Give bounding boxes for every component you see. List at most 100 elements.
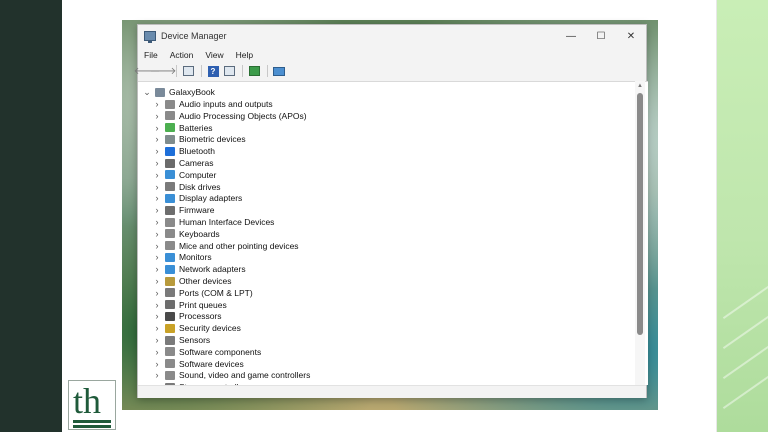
- collapsed-chevron-icon[interactable]: ›: [152, 228, 162, 240]
- add-device-button[interactable]: [272, 64, 286, 78]
- tree-item[interactable]: › Human Interface Devices: [152, 216, 275, 228]
- tree-item[interactable]: › Security devices: [152, 322, 241, 334]
- collapsed-chevron-icon[interactable]: ›: [152, 98, 162, 110]
- expanded-chevron-icon[interactable]: ⌄: [142, 86, 152, 98]
- close-button[interactable]: ✕: [616, 25, 646, 47]
- scan-hardware-button[interactable]: [247, 64, 261, 78]
- toolbar: 🡐 🡒 ?: [134, 62, 646, 80]
- collapsed-chevron-icon[interactable]: ›: [152, 204, 162, 216]
- collapsed-chevron-icon[interactable]: ›: [152, 275, 162, 287]
- properties-button[interactable]: [181, 64, 195, 78]
- tree-item[interactable]: › Network adapters: [152, 263, 246, 275]
- tree-item[interactable]: › Disk drives: [152, 181, 221, 193]
- left-border-panel: [0, 0, 62, 432]
- toolbar-separator: [267, 65, 268, 77]
- title-bar: Device Manager — ☐ ✕: [138, 25, 646, 47]
- collapsed-chevron-icon[interactable]: ›: [152, 263, 162, 275]
- menu-help[interactable]: Help: [230, 50, 259, 60]
- th-logo: th: [68, 380, 116, 430]
- tree-item[interactable]: › Sensors: [152, 334, 211, 346]
- tree-item[interactable]: › Monitors: [152, 251, 212, 263]
- device-manager-icon: [144, 31, 156, 43]
- collapsed-chevron-icon[interactable]: ›: [152, 192, 162, 204]
- collapsed-chevron-icon[interactable]: ›: [152, 310, 162, 322]
- collapsed-chevron-icon[interactable]: ›: [152, 334, 162, 346]
- tree-item-label: Bluetooth: [179, 146, 215, 157]
- collapsed-chevron-icon[interactable]: ›: [152, 145, 162, 157]
- tree-item[interactable]: › Sound, video and game controllers: [152, 369, 311, 381]
- collapsed-chevron-icon[interactable]: ›: [152, 216, 162, 228]
- collapsed-chevron-icon[interactable]: ›: [152, 369, 162, 381]
- collapsed-chevron-icon[interactable]: ›: [152, 299, 162, 311]
- scan-hardware-icon: [248, 66, 260, 76]
- tree-item[interactable]: › Processors: [152, 310, 222, 322]
- menu-file[interactable]: File: [138, 50, 164, 60]
- tree-root[interactable]: ⌄ GalaxyBook: [142, 86, 215, 98]
- collapsed-chevron-icon[interactable]: ›: [152, 133, 162, 145]
- status-bar: [138, 385, 646, 398]
- collapsed-chevron-icon[interactable]: ›: [152, 110, 162, 122]
- collapsed-chevron-icon[interactable]: ›: [152, 251, 162, 263]
- help-button[interactable]: ?: [206, 64, 220, 78]
- computer-root-icon: [155, 87, 165, 97]
- device-category-icon: [165, 264, 175, 274]
- device-category-icon: [165, 123, 175, 133]
- tree-item[interactable]: › Mice and other pointing devices: [152, 240, 299, 252]
- collapsed-chevron-icon[interactable]: ›: [152, 181, 162, 193]
- device-category-icon: [165, 347, 175, 357]
- collapsed-chevron-icon[interactable]: ›: [152, 358, 162, 370]
- toolbar-separator: [201, 65, 202, 77]
- tree-item[interactable]: › Audio Processing Objects (APOs): [152, 110, 307, 122]
- tree-item[interactable]: › Cameras: [152, 157, 214, 169]
- scroll-thumb[interactable]: [637, 93, 643, 335]
- monitor-icon: [273, 66, 285, 76]
- minimize-button[interactable]: —: [556, 25, 586, 47]
- forward-arrow-icon[interactable]: 🡒: [150, 64, 177, 78]
- tree-item-label: Display adapters: [179, 193, 243, 204]
- tree-item[interactable]: › Audio inputs and outputs: [152, 98, 273, 110]
- properties-icon: [182, 66, 194, 76]
- collapsed-chevron-icon[interactable]: ›: [152, 122, 162, 134]
- collapsed-chevron-icon[interactable]: ›: [152, 287, 162, 299]
- tree-item[interactable]: › Keyboards: [152, 228, 220, 240]
- maximize-button[interactable]: ☐: [586, 25, 616, 47]
- tree-item[interactable]: › Other devices: [152, 275, 232, 287]
- tree-item-label: Cameras: [179, 158, 214, 168]
- tree-item[interactable]: › Software components: [152, 346, 262, 358]
- logo-letters: th: [73, 381, 102, 421]
- tree-item[interactable]: › Ports (COM & LPT): [152, 287, 253, 299]
- device-category-icon: [165, 229, 175, 239]
- collapsed-chevron-icon[interactable]: ›: [152, 240, 162, 252]
- tree-item-label: Software devices: [179, 358, 244, 369]
- tree-item[interactable]: › Biometric devices: [152, 133, 246, 145]
- collapsed-chevron-icon[interactable]: ›: [152, 169, 162, 181]
- tree-item-label: Keyboards: [179, 228, 220, 239]
- tree-item-label: Audio Processing Objects (APOs): [179, 110, 307, 121]
- scroll-up-icon[interactable]: ▲: [635, 81, 645, 91]
- tree-item[interactable]: › Computer: [152, 169, 217, 181]
- collapsed-chevron-icon[interactable]: ›: [152, 346, 162, 358]
- tree-item-label: Print queues: [179, 299, 227, 310]
- device-category-icon: [165, 134, 175, 144]
- tree-item[interactable]: › Bluetooth: [152, 145, 215, 157]
- logo-underline: [73, 420, 111, 423]
- vertical-scrollbar[interactable]: ▲: [635, 81, 645, 385]
- device-category-icon: [165, 182, 175, 192]
- tree-item[interactable]: › Firmware: [152, 204, 215, 216]
- menu-action[interactable]: Action: [164, 50, 200, 60]
- tree-item[interactable]: › Software devices: [152, 358, 244, 370]
- show-hidden-button[interactable]: [222, 64, 236, 78]
- tree-root-label: GalaxyBook: [169, 87, 215, 97]
- window-title: Device Manager: [161, 31, 227, 41]
- tree-item-label: Audio inputs and outputs: [179, 99, 273, 109]
- device-category-icon: [165, 111, 175, 121]
- collapsed-chevron-icon[interactable]: ›: [152, 157, 162, 169]
- menu-view[interactable]: View: [199, 50, 229, 60]
- tree-item[interactable]: › Batteries: [152, 122, 213, 134]
- logo-underline: [73, 425, 111, 428]
- collapsed-chevron-icon[interactable]: ›: [152, 322, 162, 334]
- tree-item[interactable]: › Display adapters: [152, 192, 243, 204]
- tree-item-label: Sound, video and game controllers: [179, 370, 311, 381]
- tree-item[interactable]: › Print queues: [152, 299, 227, 311]
- tree-item-label: Monitors: [179, 252, 212, 263]
